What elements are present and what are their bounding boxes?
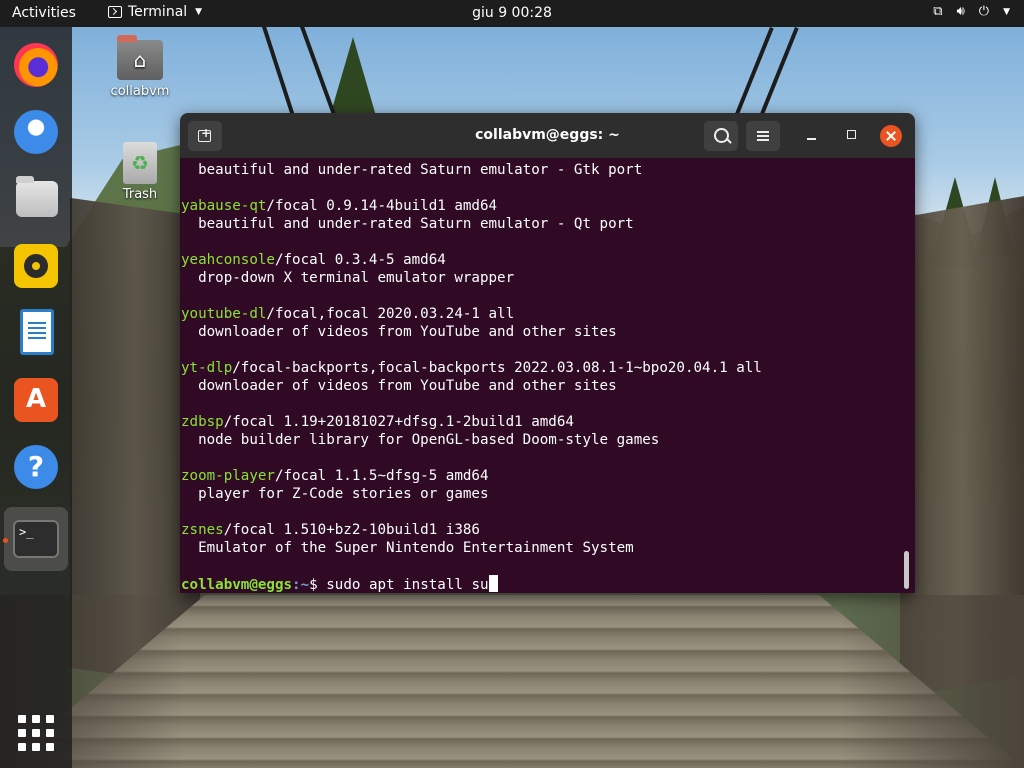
home-folder-icon [117,35,163,80]
line-text: node builder library for OpenGL-based Do… [181,432,660,448]
line-text: /focal 1.510+bz2-10build1 i386 [223,522,480,538]
package-name: yt-dlp [181,360,233,376]
terminal-line: downloader of videos from YouTube and ot… [181,323,901,341]
line-text: /focal 1.19+20181027+dfsg.1-2build1 amd6… [223,414,574,430]
terminal-line: drop-down X terminal emulator wrapper [181,269,901,287]
line-text: player for Z-Code stories or games [181,486,489,502]
firefox-icon [14,43,58,87]
close-button[interactable] [880,125,902,147]
command-input[interactable]: sudo apt install su [326,577,488,593]
prompt-user-host: collabvm@eggs [181,577,293,593]
libreoffice-writer-icon [20,309,54,355]
terminal-line: player for Z-Code stories or games [181,485,901,503]
home-folder-label: collabvm [110,84,170,99]
show-applications-icon[interactable] [18,715,54,751]
line-text: beautiful and under-rated Saturn emulato… [181,216,634,232]
terminal-line: beautiful and under-rated Saturn emulato… [181,161,901,179]
line-text: downloader of videos from YouTube and ot… [181,378,617,394]
terminal-small-icon [108,6,122,18]
line-text: beautiful and under-rated Saturn emulato… [181,162,643,178]
terminal-line: node builder library for OpenGL-based Do… [181,431,901,449]
thunderbird-icon [14,110,58,154]
terminal-line: zoom-player/focal 1.1.5~dfsg-5 amd64 [181,467,901,485]
line-text: /focal 0.3.4-5 amd64 [274,252,446,268]
files-icon [16,176,58,217]
terminal-output[interactable]: beautiful and under-rated Saturn emulato… [180,158,915,593]
terminal-line: zdbsp/focal 1.19+20181027+dfsg.1-2build1… [181,413,901,431]
hamburger-menu-button[interactable] [746,121,780,151]
terminal-line: youtube-dl/focal,focal 2020.03.24-1 all [181,305,901,323]
package-name: yeahconsole [181,252,275,268]
terminal-window: collabvm@eggs: ~ beautiful and under-rat… [180,113,915,593]
terminal-line: Emulator of the Super Nintendo Entertain… [181,539,901,557]
package-name: yabause-qt [181,198,267,214]
terminal-headerbar[interactable]: collabvm@eggs: ~ [180,113,915,158]
package-name: zoom-player [181,468,275,484]
rhythmbox-icon [14,244,58,288]
new-tab-button[interactable] [188,121,222,151]
network-icon: ⧉ [933,4,943,19]
app-menu-label: Terminal [128,4,188,20]
line-text: /focal 0.9.14-4build1 amd64 [266,198,498,214]
text-cursor [488,575,498,592]
app-menu-button[interactable]: Terminal ▼ [108,4,202,20]
dock-thunderbird[interactable] [8,104,64,160]
dock-help[interactable] [8,439,64,495]
maximize-button[interactable] [842,125,862,145]
desktop-trash[interactable]: Trash [100,142,180,202]
help-icon [14,445,58,489]
line-text: /focal 1.1.5~dfsg-5 amd64 [274,468,489,484]
scrollbar-thumb[interactable] [904,551,909,589]
power-icon: ⏻ [978,4,990,19]
desktop-home-folder[interactable]: collabvm [100,35,180,99]
terminal-text: beautiful and under-rated Saturn emulato… [181,161,901,593]
terminal-line: yeahconsole/focal 0.3.4-5 amd64 [181,251,901,269]
volume-icon: 🔊︎ [956,4,965,19]
terminal-line: zsnes/focal 1.510+bz2-10build1 i386 [181,521,901,539]
prompt-path: :~ [292,577,310,593]
package-name: zdbsp [181,414,224,430]
line-text: downloader of videos from YouTube and ot… [181,324,617,340]
package-name: zsnes [181,522,224,538]
minimize-button[interactable] [802,125,822,145]
line-text: /focal-backports,focal-backports 2022.03… [232,360,762,376]
prompt-symbol: $ [309,577,327,593]
terminal-icon [13,520,59,558]
dock-rhythmbox[interactable] [8,238,64,294]
dock-firefox[interactable] [8,37,64,93]
search-button[interactable] [704,121,738,151]
activities-button[interactable]: Activities [12,5,76,21]
trash-icon [123,142,157,184]
chevron-down-icon: ▼ [1003,6,1010,17]
dock-libreoffice-writer[interactable] [8,305,64,361]
line-text: drop-down X terminal emulator wrapper [181,270,515,286]
ubuntu-software-icon [14,378,58,422]
line-text: /focal,focal 2020.03.24-1 all [266,306,515,322]
top-bar: Activities Terminal ▼ giu 9 00:28 ⧉ 🔊︎ ⏻… [0,0,1024,27]
dock-terminal[interactable] [4,507,68,571]
terminal-line: downloader of videos from YouTube and ot… [181,377,901,395]
clock[interactable]: giu 9 00:28 [472,5,552,21]
terminal-line: beautiful and under-rated Saturn emulato… [181,215,901,233]
line-text: Emulator of the Super Nintendo Entertain… [181,540,634,556]
running-indicator [3,538,8,543]
prompt-line[interactable]: collabvm@eggs:~$ sudo apt install su [181,575,901,593]
dock-ubuntu-software[interactable] [8,372,64,428]
caret-down-icon: ▼ [195,7,203,17]
trash-label: Trash [122,187,158,202]
dock [0,27,72,768]
system-status-menu[interactable]: ⧉ 🔊︎ ⏻ ▼ [933,4,1010,19]
terminal-line: yabause-qt/focal 0.9.14-4build1 amd64 [181,197,901,215]
package-name: youtube-dl [181,306,267,322]
terminal-line: yt-dlp/focal-backports,focal-backports 2… [181,359,901,377]
dock-files[interactable] [8,171,64,227]
